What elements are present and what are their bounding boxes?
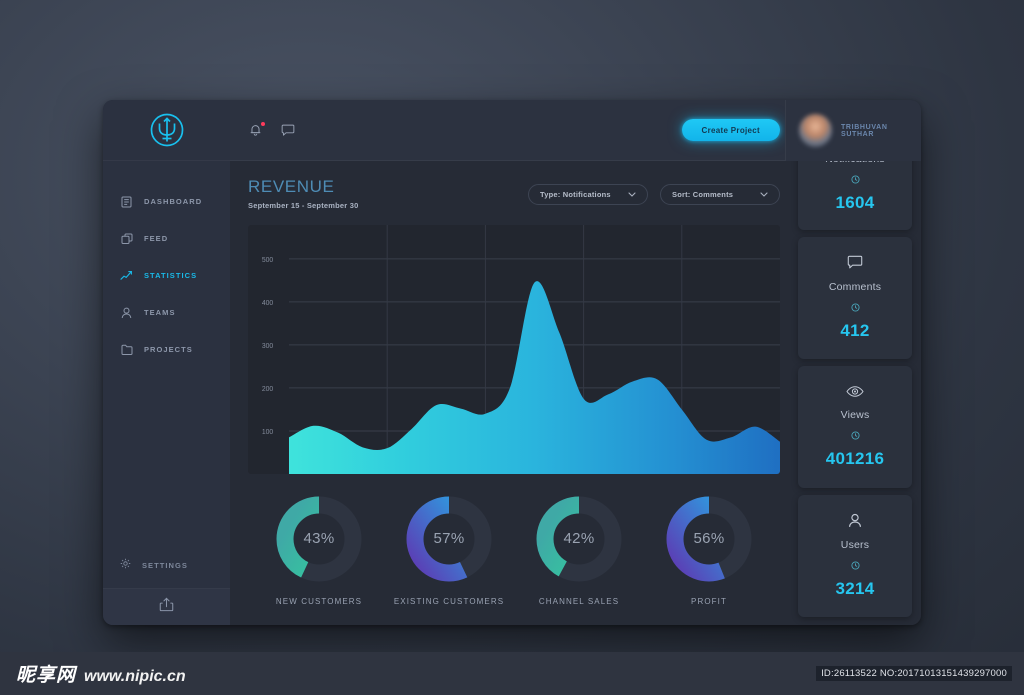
clock-circle-icon <box>850 557 860 575</box>
dashboard-window: DASHBOARD FEED STATISTICS TEAMS PROJECTS… <box>103 100 921 625</box>
donut-new-customers[interactable]: 43% NEW CUSTOMERS <box>254 493 384 606</box>
chevron-down-icon <box>760 190 768 199</box>
stat-label: Comments <box>828 281 882 293</box>
donut-chart: 42% <box>533 493 625 585</box>
watermark-brand: 昵享网 www.nipic.cn <box>0 660 186 687</box>
donut-label: PROFIT <box>691 596 727 606</box>
sidebar-nav: DASHBOARD FEED STATISTICS TEAMS PROJECTS <box>103 161 230 548</box>
stat-value: 401216 <box>825 449 885 468</box>
sidebar-item-projects[interactable]: PROJECTS <box>103 331 230 368</box>
stat-card-comments[interactable]: Comments 412 <box>798 237 912 359</box>
dashboard-icon <box>120 195 133 208</box>
topbar-icon-group <box>248 121 295 138</box>
revenue-chart-svg: 100 200 300 400 500 <box>262 224 780 474</box>
svg-text:300: 300 <box>262 343 274 350</box>
gear-icon <box>120 556 131 574</box>
user-name: TRIBHUVAN SUTHAR <box>841 123 888 138</box>
clock-circle-icon <box>850 171 860 189</box>
donut-chart: 56% <box>663 493 755 585</box>
watermark-url: www.nipic.cn <box>84 668 186 685</box>
donut-value: 43% <box>303 530 335 548</box>
watermark-footer: 昵享网 www.nipic.cn ID:26113522 NO:20171013… <box>0 652 1024 695</box>
stat-label: Users <box>840 539 870 551</box>
chevron-down-icon <box>628 190 636 199</box>
filter-group: Type: Notifications Sort: Comments <box>528 184 780 205</box>
donut-profit[interactable]: 56% PROFIT <box>644 493 774 606</box>
donut-value: 42% <box>563 530 595 548</box>
sidebar-item-statistics[interactable]: STATISTICS <box>103 257 230 294</box>
title-block: REVENUE September 15 - September 30 <box>248 177 359 210</box>
projects-icon <box>120 343 133 356</box>
sort-select-label: Sort: Comments <box>672 190 734 199</box>
donut-label: CHANNEL SALES <box>538 596 620 606</box>
feed-icon <box>120 232 133 245</box>
sidebar-item-dashboard[interactable]: DASHBOARD <box>103 183 230 220</box>
svg-text:500: 500 <box>262 256 274 263</box>
left-sidebar: DASHBOARD FEED STATISTICS TEAMS PROJECTS… <box>103 100 230 625</box>
donut-label: NEW CUSTOMERS <box>275 596 363 606</box>
logo[interactable] <box>103 100 230 161</box>
donut-chart: 43% <box>273 493 365 585</box>
type-select[interactable]: Type: Notifications <box>528 184 648 205</box>
eye-icon <box>846 385 864 403</box>
page-title: REVENUE <box>248 177 335 196</box>
svg-text:400: 400 <box>262 299 274 306</box>
message-icon <box>847 255 863 275</box>
statistics-icon <box>120 269 133 282</box>
user-icon <box>848 513 862 533</box>
sidebar-settings-label: SETTINGS <box>142 560 188 570</box>
share-upload-icon <box>158 596 175 618</box>
content-header: REVENUE September 15 - September 30 Type… <box>248 177 780 210</box>
donut-value: 56% <box>693 530 725 548</box>
message-icon[interactable] <box>280 123 295 138</box>
stat-value: 1604 <box>835 192 875 212</box>
sidebar-item-teams[interactable]: TEAMS <box>103 294 230 331</box>
svg-text:200: 200 <box>262 386 274 393</box>
trident-logo-icon <box>147 110 187 150</box>
donut-chart: 57% <box>403 493 495 585</box>
donut-row: 43% NEW CUSTOMERS 57% EXISTING CUSTOMERS… <box>248 474 780 625</box>
sidebar-item-label: TEAMS <box>144 308 176 317</box>
stat-value: 412 <box>840 321 870 340</box>
donut-channel-sales[interactable]: 42% CHANNEL SALES <box>514 493 644 606</box>
date-range: September 15 - September 30 <box>248 200 359 210</box>
stat-value: 3214 <box>835 579 875 598</box>
donut-value: 57% <box>433 530 465 548</box>
center-column: Create Project REVENUE September 15 - Se… <box>230 100 798 625</box>
stat-rail: Notifications 1604 Comments 412 <box>798 100 921 625</box>
sidebar-item-settings[interactable]: SETTINGS <box>103 548 230 582</box>
donut-existing-customers[interactable]: 57% EXISTING CUSTOMERS <box>384 493 514 606</box>
sort-select[interactable]: Sort: Comments <box>660 184 780 205</box>
stat-label: Views <box>840 409 870 421</box>
bell-icon[interactable] <box>248 121 265 138</box>
avatar <box>799 114 832 147</box>
donut-label: EXISTING CUSTOMERS <box>393 596 505 606</box>
stat-card-users[interactable]: Users 3214 <box>798 495 912 617</box>
topbar: Create Project <box>230 100 798 161</box>
sidebar-item-feed[interactable]: FEED <box>103 220 230 257</box>
type-select-label: Type: Notifications <box>540 190 611 199</box>
create-project-button[interactable]: Create Project <box>681 119 780 141</box>
user-profile[interactable]: TRIBHUVAN SUTHAR <box>785 100 921 161</box>
sidebar-item-label: PROJECTS <box>144 345 193 354</box>
revenue-area-chart: 100 200 300 400 500 <box>248 224 780 474</box>
watermark-id: ID:26113522 NO:20171013151439297000 <box>816 666 1012 681</box>
notification-dot <box>261 121 265 126</box>
clock-circle-icon <box>850 299 860 317</box>
stat-card-views[interactable]: Views 401216 <box>798 366 912 488</box>
svg-text:100: 100 <box>262 429 274 436</box>
share-button[interactable] <box>103 588 230 625</box>
teams-icon <box>120 306 133 319</box>
watermark-site-cn: 昵享网 <box>16 664 77 686</box>
sidebar-item-label: STATISTICS <box>144 271 198 280</box>
clock-circle-icon <box>850 427 860 445</box>
main-content: REVENUE September 15 - September 30 Type… <box>230 161 798 625</box>
sidebar-item-label: DASHBOARD <box>144 197 203 206</box>
sidebar-item-label: FEED <box>144 234 169 243</box>
